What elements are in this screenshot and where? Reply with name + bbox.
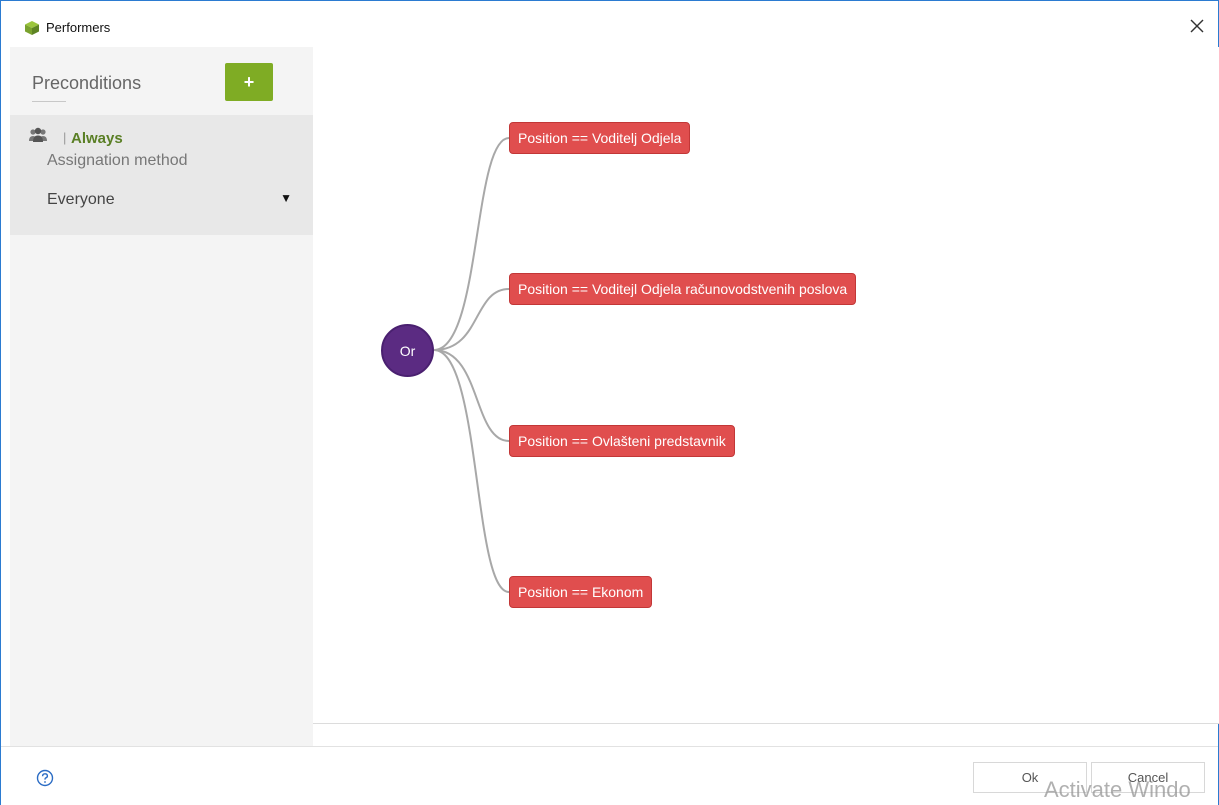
canvas-bottom-divider xyxy=(313,723,1219,724)
assignation-method-value: Everyone xyxy=(47,191,115,208)
condition-node[interactable]: Position == Voditejl Odjela računovodstv… xyxy=(509,273,857,305)
cancel-button[interactable]: Cancel xyxy=(1091,762,1205,793)
connector-line xyxy=(433,349,510,442)
assignation-method-select[interactable]: Everyone ▼ xyxy=(47,188,292,214)
title-bar: Performers xyxy=(1,1,1218,47)
condition-node[interactable]: Position == Ekonom xyxy=(509,576,653,608)
connector-line xyxy=(433,137,510,351)
title-underline xyxy=(32,101,66,102)
add-precondition-button[interactable]: + xyxy=(225,63,273,101)
connector-lines xyxy=(433,137,510,593)
condition-node[interactable]: Position == Ovlašteni predstavnik xyxy=(509,425,735,457)
ok-button[interactable]: Ok xyxy=(973,762,1087,793)
close-button[interactable] xyxy=(1184,15,1210,41)
preconditions-title: Preconditions xyxy=(32,73,142,93)
condition-tree-canvas: Or Position == Voditelj Odjela Position … xyxy=(313,47,1219,723)
dialog-footer: Ok Cancel Activate Windo xyxy=(1,746,1218,805)
caret-down-icon: ▼ xyxy=(280,191,292,205)
window-title: Performers xyxy=(46,20,111,35)
condition-node[interactable]: Position == Voditelj Odjela xyxy=(509,122,691,154)
cube-app-icon xyxy=(24,20,40,36)
preconditions-sidebar: Preconditions + | Always Assignation met… xyxy=(10,47,313,747)
help-circle-icon[interactable] xyxy=(36,769,54,787)
or-node[interactable]: Or xyxy=(381,324,434,377)
precondition-item[interactable]: | Always Assignation method Everyone ▼ xyxy=(10,115,313,235)
users-icon xyxy=(28,127,48,143)
item-separator: | xyxy=(63,130,67,145)
precondition-name: Always xyxy=(71,130,123,147)
sidebar-header: Preconditions + xyxy=(10,47,313,115)
close-icon xyxy=(1190,19,1204,38)
connector-line xyxy=(433,288,510,351)
performers-dialog: Performers Preconditions + | Always Assi… xyxy=(0,0,1219,805)
assignation-method-label: Assignation method xyxy=(47,152,188,169)
